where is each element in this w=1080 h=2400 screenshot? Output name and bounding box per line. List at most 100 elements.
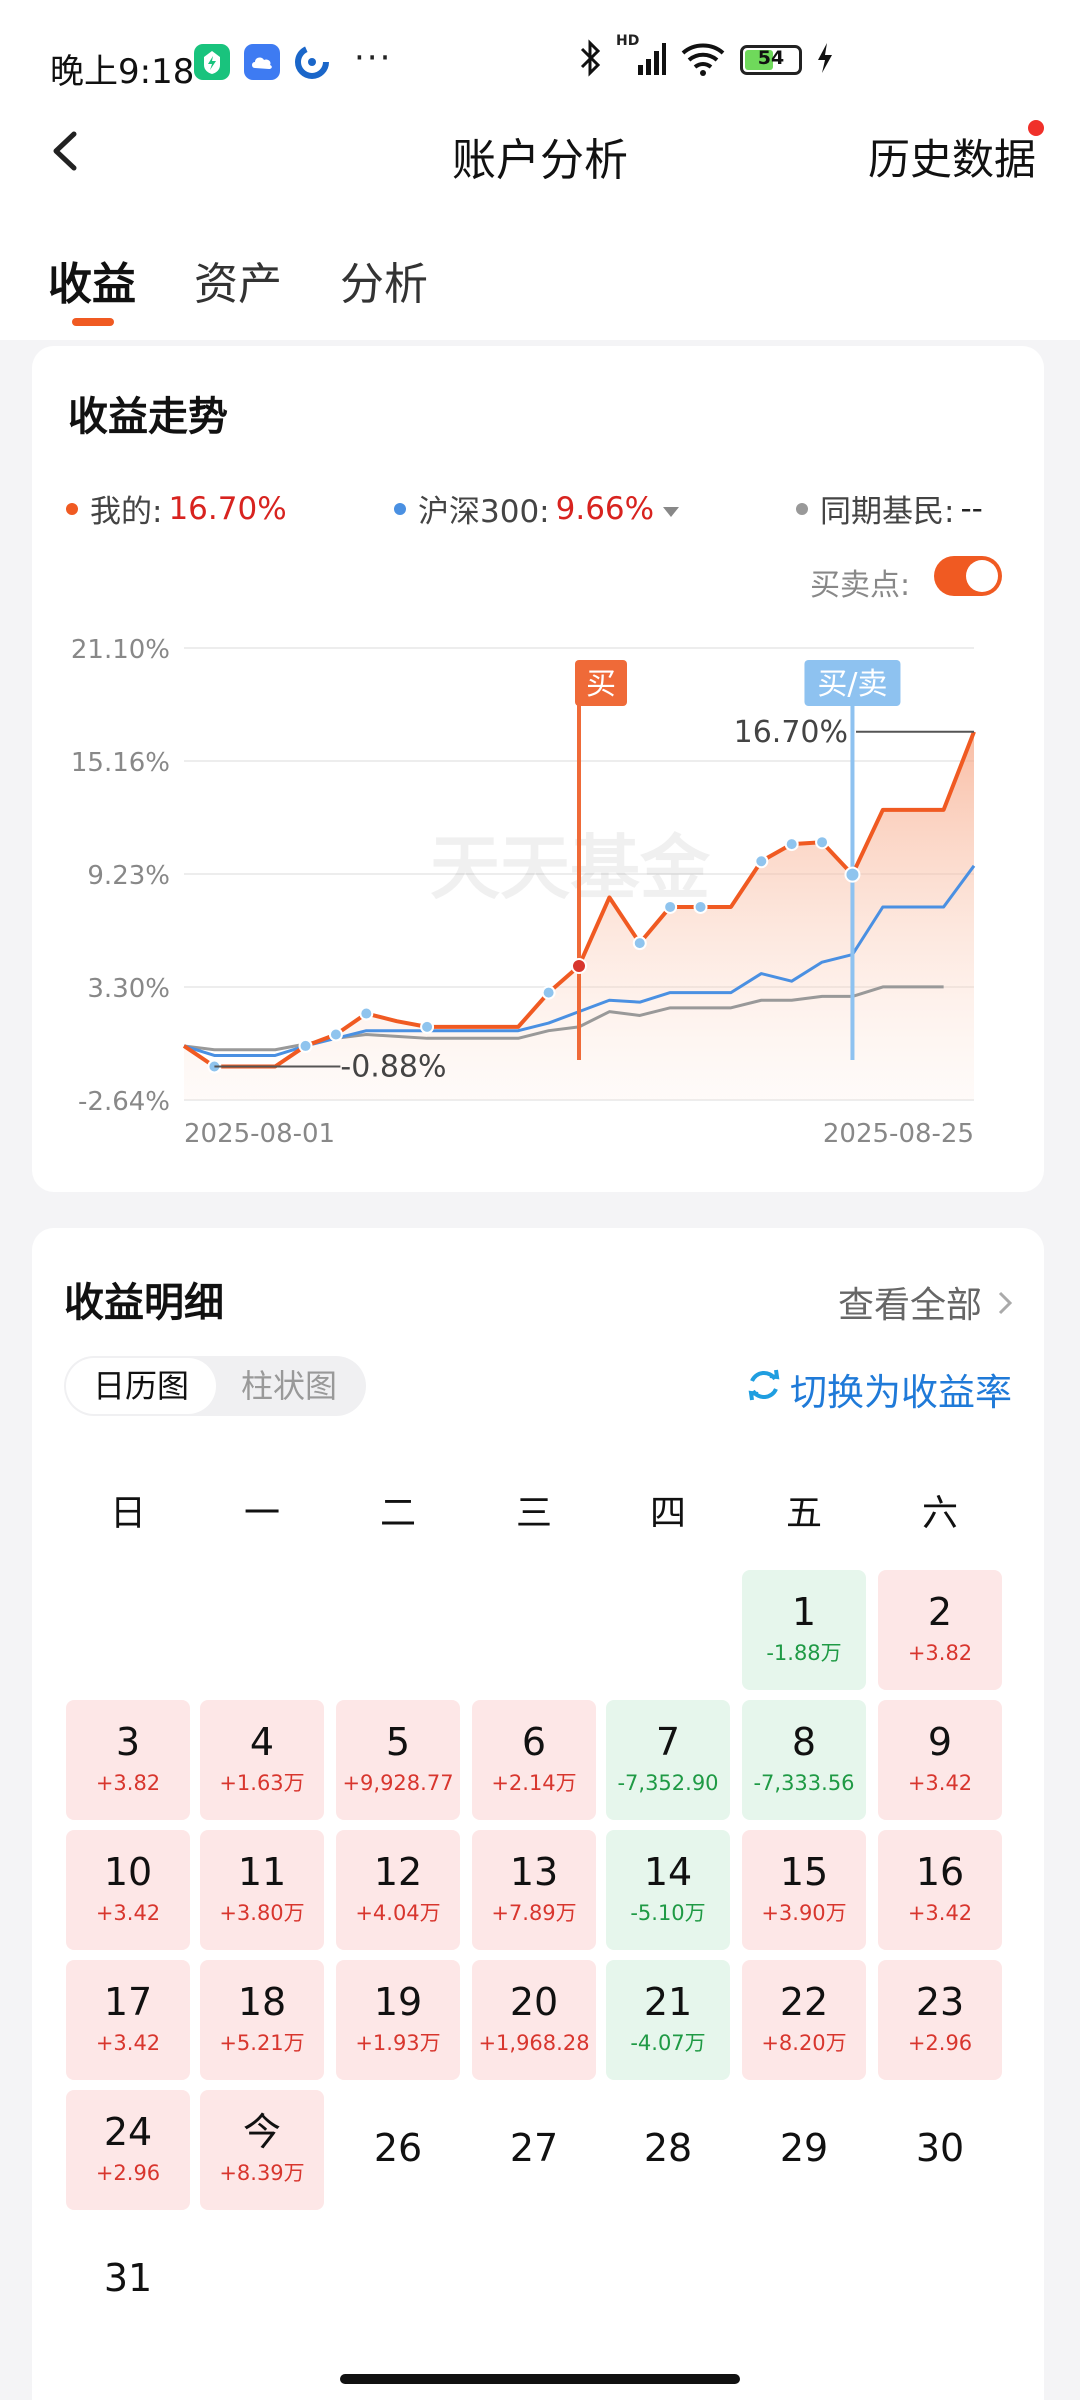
- calendar-day-number: 24: [103, 2110, 153, 2154]
- data-point: [754, 854, 769, 869]
- calendar-day-number: 4: [249, 1720, 275, 1764]
- calendar-day[interactable]: 11 +3.80万: [200, 1830, 324, 1950]
- calendar-day-number: 18: [237, 1980, 287, 2024]
- calendar-day-number: 21: [643, 1980, 693, 2024]
- calendar-day-number: 7: [655, 1720, 681, 1764]
- calendar-day-number: 16: [915, 1850, 965, 1894]
- calendar-day-amount: +2.96: [95, 2161, 161, 2185]
- x-tick-label: 2025-08-25: [823, 1119, 974, 1149]
- calendar-day[interactable]: 13 +7.89万: [472, 1830, 596, 1950]
- calendar-day[interactable]: 20 +1,968.28: [472, 1960, 596, 2080]
- max-annotation-label: 16.70%: [734, 715, 848, 750]
- calendar-day[interactable]: 23 +2.96: [878, 1960, 1002, 2080]
- calendar-day[interactable]: 1 -1.88万: [742, 1570, 866, 1690]
- switch-to-rate-button[interactable]: 切换为收益率: [744, 1362, 1012, 1416]
- calendar-day[interactable]: 16 +3.42: [878, 1830, 1002, 1950]
- calendar-day-amount: -7,333.56: [753, 1771, 855, 1795]
- calendar-day-amount: -4.07万: [630, 2031, 706, 2055]
- calendar-day-amount: +3.42: [95, 1901, 161, 1925]
- calendar-day-number: 17: [103, 1980, 153, 2024]
- calendar-day-amount: +4.04万: [355, 1901, 441, 1925]
- data-point: [663, 899, 678, 914]
- calendar-day[interactable]: 6 +2.14万: [472, 1700, 596, 1820]
- calendar-day[interactable]: 4 +1.63万: [200, 1700, 324, 1820]
- calendar-day[interactable]: 2 +3.82: [878, 1570, 1002, 1690]
- calendar-day[interactable]: 今 +8.39万: [200, 2090, 324, 2210]
- data-point: [693, 899, 708, 914]
- buy-sell-marker-label: 买/卖: [817, 667, 887, 702]
- calendar-day[interactable]: 3 +3.82: [66, 1700, 190, 1820]
- see-all-label: 查看全部: [838, 1285, 983, 1326]
- calendar-day-number: 29: [779, 2126, 829, 2170]
- calendar-view-tab[interactable]: 日历图: [66, 1358, 216, 1414]
- calendar-day-amount: +3.42: [907, 1771, 973, 1795]
- calendar-day-amount: +3.42: [907, 1901, 973, 1925]
- min-annotation-label: -0.88%: [340, 1049, 446, 1084]
- marker-point: [844, 866, 861, 883]
- view-segmented-control: 日历图 柱状图: [64, 1356, 366, 1416]
- calendar-day-number: 今: [242, 2110, 281, 2154]
- calendar-day-number: 3: [115, 1720, 141, 1764]
- y-tick-label: 21.10%: [71, 635, 170, 665]
- calendar-day[interactable]: 22 +8.20万: [742, 1960, 866, 2080]
- data-point: [632, 936, 647, 951]
- calendar-day-number: 27: [509, 2126, 559, 2170]
- calendar-day[interactable]: 5 +9,928.77: [336, 1700, 460, 1820]
- home-indicator[interactable]: [340, 2374, 740, 2384]
- calendar-day-amount: +1.93万: [355, 2031, 441, 2055]
- calendar-day-number: 2: [927, 1590, 953, 1634]
- calendar-day-amount: +9,928.77: [342, 1771, 454, 1795]
- calendar-day-number: 8: [791, 1720, 817, 1764]
- calendar-day[interactable]: 14 -5.10万: [606, 1830, 730, 1950]
- calendar-day-number: 20: [509, 1980, 559, 2024]
- calendar-day[interactable]: 21 -4.07万: [606, 1960, 730, 2080]
- weekday-label: 日: [109, 1493, 146, 1534]
- data-point: [298, 1038, 313, 1053]
- calendar-day[interactable]: 12 +4.04万: [336, 1830, 460, 1950]
- see-all-link[interactable]: 查看全部: [838, 1276, 1013, 1328]
- calendar-day[interactable]: 8 -7,333.56: [742, 1700, 866, 1820]
- calendar-day[interactable]: 10 +3.42: [66, 1830, 190, 1950]
- calendar-day-amount: +3.82: [907, 1641, 973, 1665]
- data-point: [541, 985, 556, 1000]
- weekday-label: 三: [515, 1493, 552, 1534]
- calendar-day[interactable]: 31: [66, 2220, 190, 2340]
- calendar-day[interactable]: 26: [336, 2090, 460, 2210]
- calendar-day-amount: +3.82: [95, 1771, 161, 1795]
- calendar-day-number: 28: [643, 2126, 693, 2170]
- data-point: [784, 837, 799, 852]
- calendar-day[interactable]: 24 +2.96: [66, 2090, 190, 2210]
- data-point: [815, 835, 830, 850]
- chevron-right-icon: [997, 1285, 1013, 1326]
- weekday-label: 二: [379, 1493, 416, 1534]
- y-tick-label: 15.16%: [71, 748, 170, 778]
- calendar-day-amount: +5.21万: [219, 2031, 305, 2055]
- calendar-day-number: 1: [791, 1590, 817, 1634]
- calendar-day-amount: +1,968.28: [478, 2031, 590, 2055]
- calendar-day-amount: +3.80万: [219, 1901, 305, 1925]
- calendar-day-number: 23: [915, 1980, 965, 2024]
- calendar-day[interactable]: 7 -7,352.90: [606, 1700, 730, 1820]
- weekday-label: 四: [649, 1493, 686, 1534]
- calendar-day-amount: -1.88万: [766, 1641, 842, 1665]
- earnings-trend-chart[interactable]: 21.10% 15.16% 9.23% 3.30% -2.64% 2025-08-01 20…: [0, 0, 1080, 1200]
- calendar-day-amount: -7,352.90: [617, 1771, 719, 1795]
- calendar-day-number: 12: [373, 1850, 423, 1894]
- calendar-day-number: 5: [385, 1720, 411, 1764]
- calendar-day[interactable]: 17 +3.42: [66, 1960, 190, 2080]
- marker-point: [571, 957, 587, 974]
- calendar-day-number: 30: [915, 2126, 965, 2170]
- calendar-day[interactable]: 19 +1.93万: [336, 1960, 460, 2080]
- calendar-day-amount: +3.90万: [761, 1901, 847, 1925]
- data-point: [328, 1027, 343, 1042]
- bar-view-tab[interactable]: 柱状图: [214, 1356, 364, 1416]
- calendar-day-amount: +1.63万: [219, 1771, 305, 1795]
- calendar-day-amount: +3.42: [95, 2031, 161, 2055]
- calendar-day[interactable]: 30: [878, 2090, 1002, 2210]
- calendar-day[interactable]: 29: [742, 2090, 866, 2210]
- calendar-day[interactable]: 18 +5.21万: [200, 1960, 324, 2080]
- calendar-day[interactable]: 27: [472, 2090, 596, 2210]
- calendar-day[interactable]: 9 +3.42: [878, 1700, 1002, 1820]
- calendar-day[interactable]: 28: [606, 2090, 730, 2210]
- calendar-day[interactable]: 15 +3.90万: [742, 1830, 866, 1950]
